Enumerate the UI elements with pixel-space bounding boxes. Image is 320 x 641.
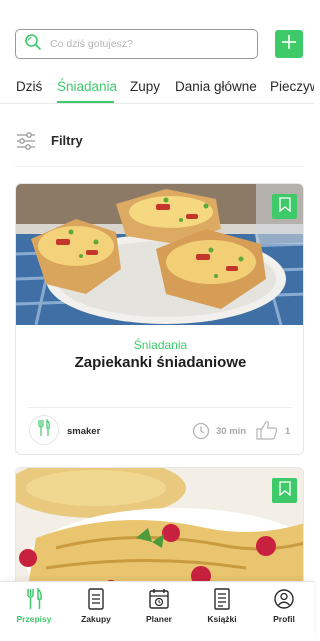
- recipe-card[interactable]: Śniadania Zapiekanki śniadaniowe smaker …: [15, 183, 304, 455]
- avatar[interactable]: [29, 415, 59, 445]
- filters-button[interactable]: Filtry: [0, 118, 314, 166]
- tab-dania-glowne[interactable]: Dania główne: [175, 79, 257, 94]
- tab-zupy[interactable]: Zupy: [130, 79, 160, 94]
- bookmark-icon: [278, 480, 291, 501]
- calendar-icon: [128, 588, 190, 610]
- bookmark-button[interactable]: [272, 194, 297, 219]
- bookmark-button[interactable]: [272, 478, 297, 503]
- add-recipe-button[interactable]: [275, 30, 303, 58]
- divider: [28, 407, 292, 408]
- filters-label: Filtry: [51, 133, 83, 148]
- active-tab-indicator: [57, 101, 114, 103]
- author-name[interactable]: smaker: [67, 426, 100, 437]
- tab-dzis[interactable]: Dziś: [16, 79, 42, 94]
- search-input[interactable]: Co dziś gotujesz?: [15, 29, 258, 59]
- nav-profil[interactable]: Profil: [253, 588, 315, 624]
- search-icon: [24, 33, 42, 56]
- nav-label: Książki: [207, 614, 237, 624]
- cooking-time: 30 min: [216, 426, 247, 437]
- search-placeholder: Co dziś gotujesz?: [50, 38, 133, 50]
- cutlery-icon: [3, 588, 65, 610]
- tab-sniadania[interactable]: Śniadania: [57, 79, 117, 94]
- nav-label: Przepisy: [16, 614, 52, 624]
- likes-count: 1: [285, 426, 291, 437]
- thumbs-up-icon[interactable]: [256, 420, 278, 440]
- book-icon: [191, 588, 253, 610]
- bottom-navigation: Przepisy Zakupy Planer Książki Profil: [0, 581, 314, 641]
- list-icon: [65, 588, 127, 610]
- cutlery-icon: [37, 418, 51, 442]
- nav-label: Planer: [146, 614, 172, 624]
- bookmark-icon: [278, 196, 291, 217]
- nav-label: Profil: [273, 614, 295, 624]
- nav-ksiazki[interactable]: Książki: [191, 588, 253, 624]
- nav-przepisy[interactable]: Przepisy: [3, 588, 65, 624]
- recipe-photo: [16, 468, 303, 596]
- nav-zakupy[interactable]: Zakupy: [65, 588, 127, 624]
- recipe-photo: [16, 184, 303, 325]
- clock-icon: [192, 422, 210, 440]
- profile-icon: [253, 588, 315, 610]
- top-bar: Co dziś gotujesz?: [0, 0, 314, 68]
- tab-pieczywo[interactable]: Pieczywo: [270, 79, 314, 94]
- recipe-card[interactable]: [15, 467, 304, 597]
- recipe-category: Śniadania: [133, 338, 188, 352]
- nav-planer[interactable]: Planer: [128, 588, 190, 624]
- recipe-title[interactable]: Zapiekanki śniadaniowe: [16, 354, 303, 371]
- nav-label: Zakupy: [81, 614, 111, 624]
- category-tabs: Dziś Śniadania Zupy Dania główne Pieczyw…: [0, 72, 314, 104]
- divider: [15, 166, 304, 167]
- plus-icon: [281, 34, 297, 55]
